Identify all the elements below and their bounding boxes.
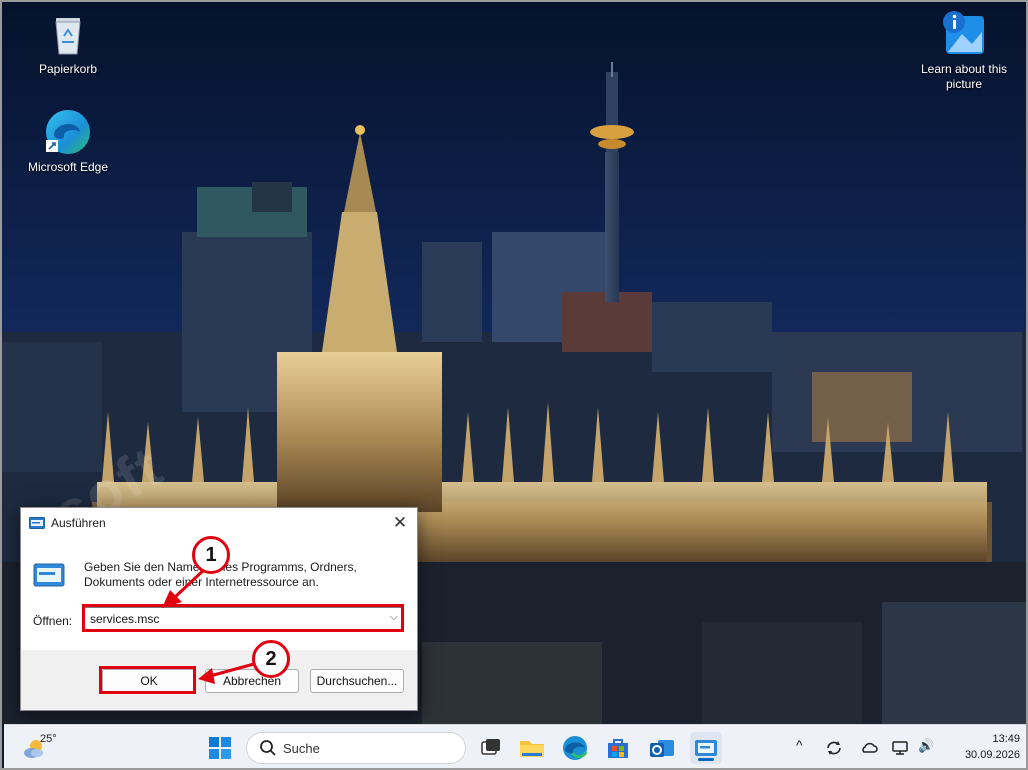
file-explorer-button[interactable] (516, 732, 548, 764)
clock-time: 13:49 (992, 733, 1020, 745)
step-badge-1: 1 (192, 536, 230, 574)
folder-icon (520, 741, 544, 757)
search-icon (260, 740, 276, 756)
run-taskbar-button[interactable] (690, 732, 722, 764)
start-button[interactable] (204, 732, 236, 764)
windows-logo-icon (209, 737, 231, 759)
arrow-head-icon (198, 668, 215, 684)
network-icon[interactable] (890, 738, 910, 758)
taskbar: 25° Suche ^ 🔊 13:49 30.09.2026 (4, 724, 1026, 768)
task-view-icon (481, 739, 500, 755)
outlook-icon (650, 740, 674, 757)
clock-date: 30.09.2026 (964, 749, 1020, 761)
outlook-button[interactable] (646, 732, 678, 764)
edge-taskbar-button[interactable] (559, 732, 591, 764)
microsoft-store-icon (608, 739, 628, 758)
taskbar-search-box[interactable]: Suche (246, 732, 466, 764)
edge-icon (563, 736, 588, 760)
volume-icon[interactable]: 🔊 (918, 738, 934, 754)
show-hidden-icons-chevron[interactable]: ^ (796, 737, 803, 753)
sync-icon[interactable] (824, 738, 844, 758)
task-view-button[interactable] (474, 732, 506, 764)
taskbar-clock[interactable]: 13:49 30.09.2026 (965, 731, 1020, 763)
step-badge-2: 2 (252, 640, 290, 678)
weather-temperature: 25° (40, 733, 57, 745)
desktop-screen: soft Papierkorb Microsoft Edge Learn abo… (0, 0, 1028, 770)
onedrive-cloud-icon[interactable] (859, 738, 879, 758)
store-button[interactable] (602, 732, 634, 764)
active-indicator (698, 758, 714, 761)
annotation-arrows (162, 565, 255, 684)
search-placeholder: Suche (283, 741, 320, 756)
